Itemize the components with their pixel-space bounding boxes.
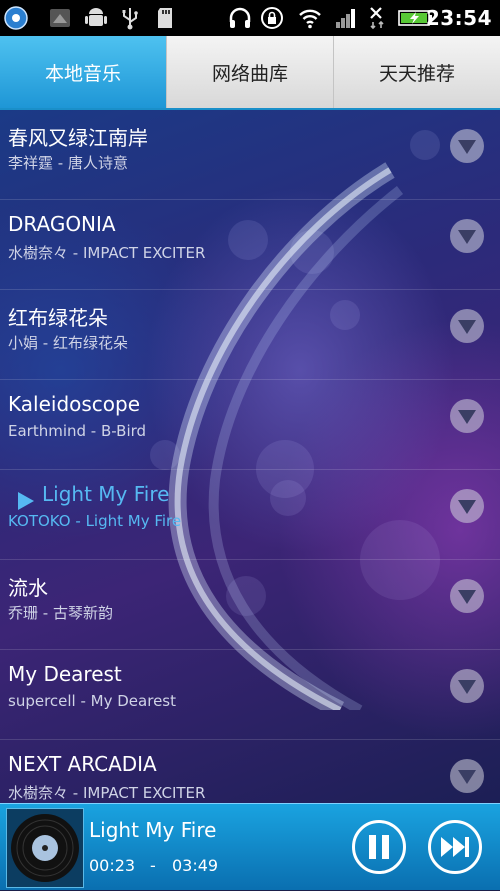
song-title: Light My Fire <box>42 482 170 506</box>
song-title: Kaleidoscope <box>8 392 141 416</box>
song-artist-album: 水樹奈々 - IMPACT EXCITER <box>8 784 206 802</box>
song-row[interactable]: 流水 乔珊 - 古琴新韵 <box>0 560 500 650</box>
sd-card-icon <box>158 8 172 28</box>
status-bar: 23:54 <box>0 0 500 36</box>
rotation-lock-icon <box>261 7 283 29</box>
song-row[interactable]: DRAGONIA 水樹奈々 - IMPACT EXCITER <box>0 200 500 290</box>
next-track-button[interactable] <box>428 820 482 874</box>
app-icon <box>4 6 28 30</box>
song-menu-button[interactable] <box>450 489 484 523</box>
time-separator: - <box>150 856 156 875</box>
duration-time: 03:49 <box>172 856 219 875</box>
dropdown-icon <box>458 770 476 784</box>
song-row[interactable]: Kaleidoscope Earthmind - B-Bird <box>0 380 500 470</box>
song-menu-button[interactable] <box>450 399 484 433</box>
dropdown-icon <box>458 590 476 604</box>
song-row-now-playing[interactable]: Light My Fire KOTOKO - Light My Fire <box>0 470 500 560</box>
tab-local-music[interactable]: 本地音乐 <box>0 36 167 108</box>
dropdown-icon <box>458 140 476 154</box>
signal-icon <box>336 9 355 28</box>
now-playing-icon <box>18 492 34 510</box>
song-artist-album: 小娟 - 红布绿花朵 <box>8 334 128 352</box>
clock: 23:54 <box>425 6 492 30</box>
dropdown-icon <box>458 500 476 514</box>
now-playing-title: Light My Fire <box>89 818 217 842</box>
song-artist-album: 水樹奈々 - IMPACT EXCITER <box>8 244 206 262</box>
tab-online-library[interactable]: 网络曲库 <box>167 36 334 108</box>
tab-daily-recommend[interactable]: 天天推荐 <box>334 36 500 108</box>
headset-icon <box>229 7 251 28</box>
pause-icon <box>369 835 389 859</box>
song-artist-album: supercell - My Dearest <box>8 692 176 710</box>
song-menu-button[interactable] <box>450 129 484 163</box>
song-artist-album: Earthmind - B-Bird <box>8 422 147 440</box>
skip-next-icon <box>441 837 469 857</box>
wifi-icon <box>299 9 321 29</box>
dropdown-icon <box>458 680 476 694</box>
no-data-icon <box>370 7 384 30</box>
song-artist-album: 乔珊 - 古琴新韵 <box>8 604 113 622</box>
usb-icon <box>122 8 138 30</box>
song-title: 流水 <box>8 576 48 600</box>
album-art[interactable] <box>6 808 84 888</box>
dropdown-icon <box>458 410 476 424</box>
song-menu-button[interactable] <box>450 759 484 793</box>
elapsed-time: 00:23 <box>89 856 136 875</box>
song-row[interactable]: 红布绿花朵 小娟 - 红布绿花朵 <box>0 290 500 380</box>
vinyl-disc-icon <box>11 814 79 882</box>
song-artist-album: 李祥霆 - 唐人诗意 <box>8 154 128 172</box>
android-debug-icon <box>85 8 107 26</box>
song-row[interactable]: My Dearest supercell - My Dearest <box>0 650 500 740</box>
tab-bar: 本地音乐 网络曲库 天天推荐 <box>0 36 500 110</box>
pause-button[interactable] <box>352 820 406 874</box>
song-artist-album: KOTOKO - Light My Fire <box>8 512 182 530</box>
song-list: 春风又绿江南岸 李祥霆 - 唐人诗意 DRAGONIA 水樹奈々 - IMPAC… <box>0 110 500 803</box>
song-menu-button[interactable] <box>450 579 484 613</box>
song-title: 春风又绿江南岸 <box>8 126 148 150</box>
song-title: DRAGONIA <box>8 212 116 236</box>
song-menu-button[interactable] <box>450 309 484 343</box>
now-playing-bar: Light My Fire 00:23 - 03:49 <box>0 803 500 890</box>
notification-icon <box>50 9 70 27</box>
dropdown-icon <box>458 230 476 244</box>
dropdown-icon <box>458 320 476 334</box>
song-title: NEXT ARCADIA <box>8 752 157 776</box>
song-title: My Dearest <box>8 662 122 686</box>
song-title: 红布绿花朵 <box>8 306 108 330</box>
song-menu-button[interactable] <box>450 669 484 703</box>
song-row[interactable]: 春风又绿江南岸 李祥霆 - 唐人诗意 <box>0 110 500 200</box>
song-menu-button[interactable] <box>450 219 484 253</box>
